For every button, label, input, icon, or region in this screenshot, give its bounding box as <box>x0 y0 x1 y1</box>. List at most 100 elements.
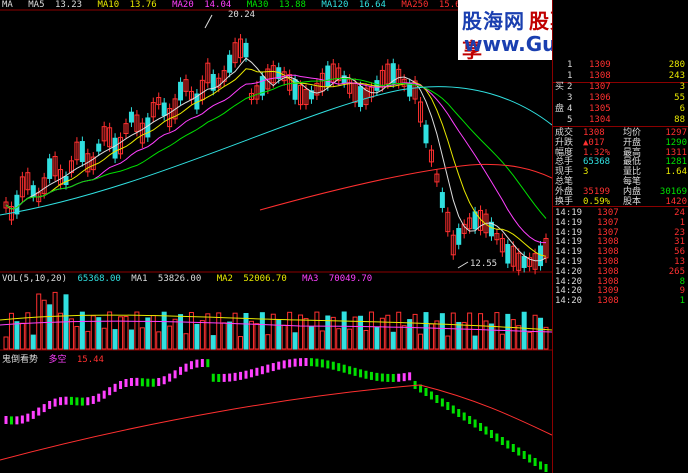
indicator-bar <box>64 396 68 405</box>
indicator-bar <box>380 373 384 382</box>
volume-bar <box>36 293 42 350</box>
indicator-bar <box>342 364 346 373</box>
volume-bar <box>254 323 260 350</box>
volume-bar <box>199 320 205 350</box>
indicator-bar <box>506 440 510 449</box>
volume-bar <box>505 313 511 350</box>
volume-bar <box>90 315 96 350</box>
indicator-bar <box>97 393 101 402</box>
volume-bar <box>145 317 151 350</box>
candle-body <box>178 81 184 101</box>
candle-body <box>112 137 118 159</box>
indicator-bar <box>91 395 95 404</box>
volume-bar <box>68 318 74 350</box>
volume-bar <box>450 312 456 350</box>
order-row[interactable]: 盘 4 1305 6 <box>553 104 688 115</box>
volume-bar <box>134 311 140 350</box>
indicator-bar <box>359 369 363 378</box>
volume-bar <box>96 317 102 350</box>
order-row[interactable]: 5 1304 88 <box>553 115 688 126</box>
low-pointer <box>457 261 469 269</box>
candle-body <box>521 256 527 268</box>
ma-legend-item: MA120 16.64 <box>321 0 386 10</box>
indicator-bar <box>517 447 521 456</box>
volume-bar <box>227 321 233 350</box>
volume-bar <box>308 326 314 350</box>
indicator-name: 鬼倒看势 <box>2 355 39 365</box>
volume-bar <box>194 323 200 350</box>
volume-bar <box>238 336 244 350</box>
order-price: 1304 <box>589 115 611 125</box>
indicator-bar <box>288 359 292 368</box>
indicator-bar <box>195 359 199 368</box>
high-price-label: 20.24 <box>228 10 256 20</box>
indicator-bar <box>26 413 30 422</box>
volume-bar <box>167 325 173 350</box>
indicator-bar <box>282 360 286 369</box>
candle-body <box>79 141 85 163</box>
indicator-bar <box>315 358 319 367</box>
order-level: 1 <box>567 71 573 81</box>
candle-body <box>227 54 233 73</box>
volume-bar <box>538 317 544 350</box>
volume-bar <box>363 329 369 350</box>
vol-legend-item: 65368.00 <box>77 274 121 284</box>
vol-legend-item: VOL(5,10,20) <box>2 274 68 284</box>
indicator-bar <box>539 461 543 470</box>
indicator-bar <box>353 367 357 376</box>
ma250-line <box>259 163 552 211</box>
candlestick-chart[interactable] <box>0 0 552 473</box>
indicator-bar <box>222 373 226 382</box>
volume-bar <box>107 311 113 350</box>
indicator-legend: 鬼倒看势 多空 15.44 <box>2 352 109 365</box>
indicator-bar <box>462 412 466 421</box>
indicator-bar <box>80 397 84 406</box>
candle-body <box>161 102 167 117</box>
indicator-bar <box>31 410 35 419</box>
quote-panel: 1 1309 280 1 1308 243 买 2 1307 3 3 1306 … <box>552 0 688 473</box>
indicator-bar <box>200 358 204 367</box>
volume-bar <box>41 299 47 350</box>
volume-bar <box>85 330 91 350</box>
tick-row[interactable]: 14:20 1308 1 <box>553 296 688 307</box>
indicator-bar <box>511 444 515 452</box>
divider <box>553 126 688 127</box>
volume-bar <box>47 304 53 350</box>
order-price: 1309 <box>589 60 611 70</box>
order-side-label: 买 <box>555 82 565 92</box>
indicator-bar <box>184 363 188 372</box>
indicator-bar <box>255 367 259 376</box>
volume-bar <box>434 320 440 350</box>
volume-bar <box>396 311 402 350</box>
ma-legend-item: MA <box>2 0 13 10</box>
order-row[interactable]: 1 1308 243 <box>553 71 688 82</box>
candle-body <box>325 65 331 87</box>
volume-bar <box>188 311 194 350</box>
indicator-bar <box>189 361 193 370</box>
indicator-bar <box>260 366 264 375</box>
order-row[interactable]: 买 2 1307 3 <box>553 82 688 93</box>
order-level: 5 <box>567 115 573 125</box>
indicator-bar <box>135 377 139 386</box>
volume-bar <box>79 311 85 350</box>
tick-price: 1308 <box>597 296 619 307</box>
order-row[interactable]: 3 1306 55 <box>553 93 688 104</box>
order-price: 1305 <box>589 104 611 114</box>
indicator-bar <box>179 366 183 375</box>
volume-bar <box>156 331 162 350</box>
volume-bar <box>374 326 380 350</box>
order-level: 1 <box>567 60 573 70</box>
vol-legend-item: MA2 52006.70 <box>216 274 287 284</box>
ma-line <box>5 77 547 219</box>
indicator-bar <box>500 437 504 445</box>
volume-bar <box>385 314 391 350</box>
indicator-bar <box>473 419 477 428</box>
indicator-bar <box>217 373 221 382</box>
indicator-bar <box>408 372 412 381</box>
volume-bar <box>287 311 293 350</box>
order-volume: 55 <box>674 93 685 103</box>
indicator-bar <box>113 383 117 392</box>
chart-area[interactable]: MA MA5 13.23 MA10 13.76 MA20 14.04 MA30 … <box>0 0 552 473</box>
order-row[interactable]: 1 1309 280 <box>553 60 688 71</box>
indicator-bar <box>299 358 303 367</box>
